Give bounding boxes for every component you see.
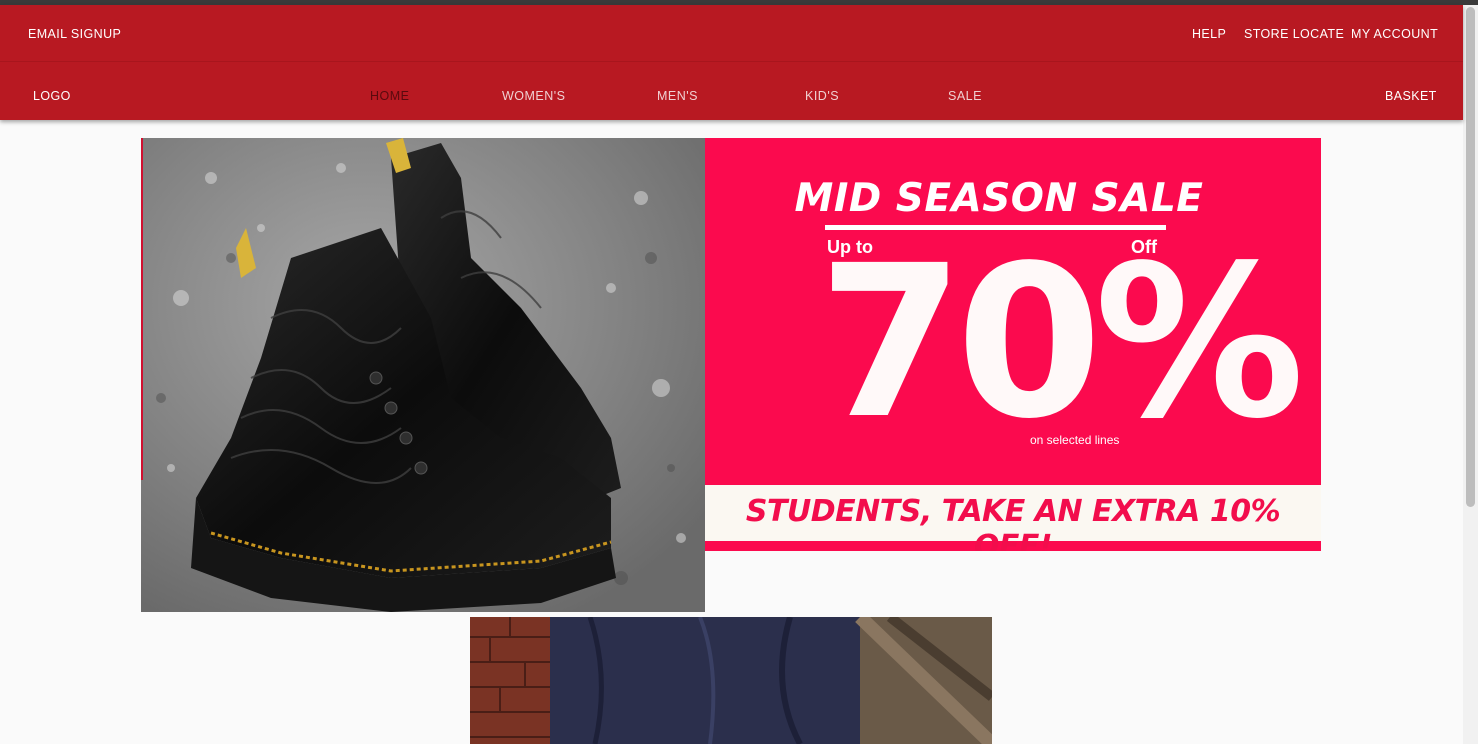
site-header: EMAIL SIGNUP HELP STORE LOCATE MY ACCOUN… bbox=[0, 5, 1463, 120]
sale-title: MID SEASON SALE bbox=[794, 176, 1204, 221]
nav-item-sale[interactable]: SALE bbox=[948, 89, 982, 103]
vertical-scrollbar[interactable] bbox=[1463, 5, 1478, 744]
scrollbar-thumb[interactable] bbox=[1466, 7, 1475, 507]
boot-product-image[interactable] bbox=[141, 138, 705, 612]
logo[interactable]: LOGO bbox=[33, 89, 71, 103]
my-account-link[interactable]: MY ACCOUNT bbox=[1351, 27, 1438, 41]
students-offer: STUDENTS, TAKE AN EXTRA 10% OFF! bbox=[745, 494, 1281, 551]
jeans-illustration bbox=[470, 617, 992, 744]
image-edge bbox=[141, 138, 143, 480]
discount-percent: 70% bbox=[818, 220, 1305, 465]
nav-item-home[interactable]: HOME bbox=[370, 89, 410, 103]
jeans-product-image[interactable] bbox=[470, 617, 992, 744]
sale-banner[interactable]: MID SEASON SALE Up to Off 70% on selecte… bbox=[705, 138, 1321, 551]
store-locate-link[interactable]: STORE LOCATE bbox=[1244, 27, 1344, 41]
basket-link[interactable]: BASKET bbox=[1385, 89, 1437, 103]
email-signup-link[interactable]: EMAIL SIGNUP bbox=[28, 27, 121, 41]
selected-lines-note: on selected lines bbox=[1030, 433, 1120, 447]
utility-bar: EMAIL SIGNUP HELP STORE LOCATE MY ACCOUN… bbox=[0, 5, 1463, 62]
boots-illustration bbox=[141, 138, 705, 612]
main-nav: LOGO HOME WOMEN'S MEN'S KID'S SALE BASKE… bbox=[0, 62, 1463, 120]
nav-item-womens[interactable]: WOMEN'S bbox=[502, 89, 566, 103]
nav-item-kids[interactable]: KID'S bbox=[805, 89, 839, 103]
nav-item-mens[interactable]: MEN'S bbox=[657, 89, 698, 103]
help-link[interactable]: HELP bbox=[1192, 27, 1226, 41]
